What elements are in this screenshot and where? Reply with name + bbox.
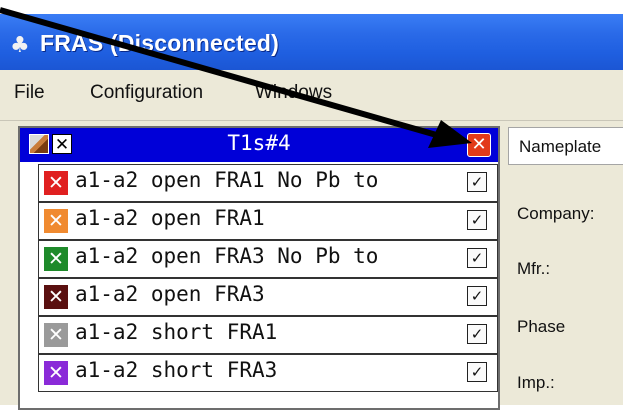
checkbox-icon[interactable]: ✓ xyxy=(467,248,487,268)
list-item-label: a1-a2 short FRA3 xyxy=(75,358,278,382)
delete-icon[interactable]: ✕ xyxy=(44,171,68,195)
app-window: ♣ FRAS (Disconnected) File Configuration… xyxy=(0,14,623,410)
main-content: ✕ T1s#4 ✕ ✕ a1-a2 open FRA1 No Pb to ✓ ✕… xyxy=(0,121,623,410)
checkbox-icon[interactable]: ✓ xyxy=(467,172,487,192)
manufacturer-label: Mfr.: xyxy=(517,259,551,278)
delete-icon[interactable]: ✕ xyxy=(44,285,68,309)
phase-label: Phase xyxy=(517,317,566,336)
tree-title: T1s#4 xyxy=(227,131,291,155)
title-bar[interactable]: ♣ FRAS (Disconnected) xyxy=(0,14,623,70)
delete-icon[interactable]: ✕ xyxy=(44,323,68,347)
list-item[interactable]: ✕ a1-a2 open FRA3 ✓ xyxy=(38,278,498,316)
list-item[interactable]: ✕ a1-a2 short FRA3 ✓ xyxy=(38,354,498,392)
list-item[interactable]: ✕ a1-a2 open FRA3 No Pb to ✓ xyxy=(38,240,498,278)
close-icon[interactable]: ✕ xyxy=(467,133,491,157)
checkbox-icon[interactable]: ✓ xyxy=(467,210,487,230)
list-item-label: a1-a2 short FRA1 xyxy=(75,320,278,344)
tree-header: ✕ T1s#4 ✕ xyxy=(20,128,498,162)
menu-file[interactable]: File xyxy=(14,82,45,104)
list-item-label: a1-a2 open FRA1 xyxy=(75,206,265,230)
menu-configuration[interactable]: Configuration xyxy=(90,82,203,104)
list-item[interactable]: ✕ a1-a2 open FRA1 ✓ xyxy=(38,202,498,240)
checkbox-icon[interactable]: ✓ xyxy=(467,286,487,306)
list-item[interactable]: ✕ a1-a2 open FRA1 No Pb to ✓ xyxy=(38,164,498,202)
list-item-label: a1-a2 open FRA3 No Pb to xyxy=(75,244,379,268)
checkbox-icon[interactable]: ✓ xyxy=(467,324,487,344)
app-icon: ♣ xyxy=(10,33,30,58)
menu-windows[interactable]: Windows xyxy=(255,82,332,104)
delete-icon[interactable]: ✕ xyxy=(44,209,68,233)
window-title: FRAS (Disconnected) xyxy=(40,30,279,56)
impedance-label: Imp.: xyxy=(517,373,555,392)
tab-nameplate[interactable]: Nameplate xyxy=(508,127,623,165)
tab-nameplate-label: Nameplate xyxy=(519,137,602,156)
checkbox-icon[interactable]: ✓ xyxy=(467,362,487,382)
menu-bar: File Configuration Windows xyxy=(0,70,623,121)
list-item-label: a1-a2 open FRA3 xyxy=(75,282,265,306)
list-item-label: a1-a2 open FRA1 No Pb to xyxy=(75,168,379,192)
company-label: Company: xyxy=(517,204,595,223)
list-item[interactable]: ✕ a1-a2 short FRA1 ✓ xyxy=(38,316,498,354)
delete-icon[interactable]: ✕ xyxy=(44,361,68,385)
test-tree-panel: ✕ T1s#4 ✕ ✕ a1-a2 open FRA1 No Pb to ✓ ✕… xyxy=(18,126,500,410)
delete-icon[interactable]: ✕ xyxy=(44,247,68,271)
properties-panel: Nameplate Company: Mfr.: Phase Imp.: xyxy=(505,121,623,405)
